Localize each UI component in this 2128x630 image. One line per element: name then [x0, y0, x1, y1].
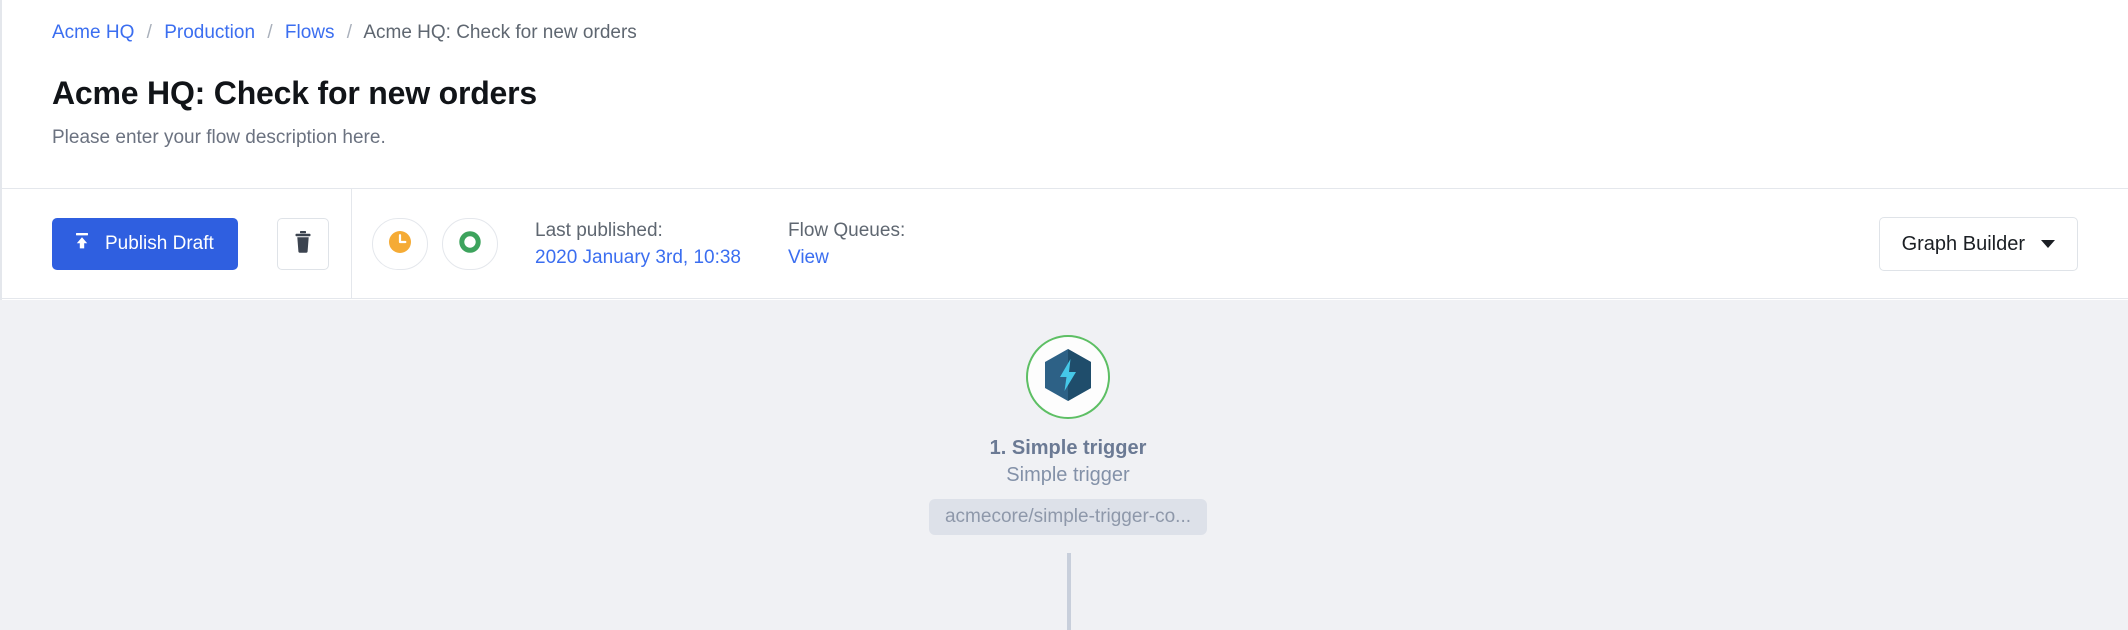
last-published-link[interactable]: 2020 January 3rd, 10:38: [535, 244, 741, 271]
delete-flow-button[interactable]: [277, 218, 329, 270]
publish-draft-label: Publish Draft: [105, 233, 214, 254]
chevron-down-icon: [2041, 240, 2055, 248]
flow-connector-line: [1067, 553, 1071, 630]
flow-node-title: 1. Simple trigger: [989, 437, 1147, 459]
page-header: Acme HQ / Production / Flows / Acme HQ: …: [2, 0, 2128, 189]
upload-icon: [72, 231, 92, 257]
flow-queues-block: Flow Queues: View: [788, 217, 905, 271]
graph-builder-label: Graph Builder: [1901, 232, 2025, 255]
flow-node-simple-trigger[interactable]: 1. Simple trigger Simple trigger acmecor…: [903, 335, 1233, 535]
status-active-button[interactable]: [442, 218, 498, 270]
breadcrumb: Acme HQ / Production / Flows / Acme HQ: …: [52, 21, 637, 45]
flow-node-icon-ring[interactable]: [1026, 335, 1110, 419]
status-icons-group: [372, 218, 498, 270]
breadcrumb-separator: /: [346, 22, 353, 43]
circle-ring-icon: [456, 228, 484, 261]
flow-editor-page: Acme HQ / Production / Flows / Acme HQ: …: [0, 0, 2128, 630]
publish-draft-button[interactable]: Publish Draft: [52, 218, 238, 270]
trash-icon: [292, 230, 314, 259]
page-description[interactable]: Please enter your flow description here.: [52, 127, 386, 149]
breadcrumb-separator: /: [146, 22, 152, 43]
toolbar: Publish Draft Last published: 2020 Janua…: [2, 189, 2128, 299]
flow-queues-view-link[interactable]: View: [788, 244, 905, 271]
graph-builder-dropdown[interactable]: Graph Builder: [1878, 217, 2078, 271]
last-published-block: Last published: 2020 January 3rd, 10:38: [535, 217, 741, 271]
clock-icon: [386, 228, 414, 261]
flow-node-subtitle: Simple trigger: [1006, 464, 1130, 486]
flow-queues-label: Flow Queues:: [788, 220, 906, 241]
page-title: Acme HQ: Check for new orders: [52, 75, 537, 111]
breadcrumb-item-acme-hq[interactable]: Acme HQ: [52, 22, 134, 43]
flow-canvas[interactable]: 1. Simple trigger Simple trigger acmecor…: [0, 300, 2128, 630]
hexagon-bolt-icon: [1043, 348, 1093, 407]
breadcrumb-item-production[interactable]: Production: [164, 22, 255, 43]
last-published-label: Last published:: [535, 220, 663, 241]
breadcrumb-separator: /: [267, 22, 273, 43]
flow-node-component-pill[interactable]: acmecore/simple-trigger-co...: [928, 499, 1208, 535]
breadcrumb-item-flows[interactable]: Flows: [285, 22, 335, 43]
status-scheduled-button[interactable]: [372, 218, 428, 270]
breadcrumb-item-current: Acme HQ: Check for new orders: [363, 22, 637, 43]
